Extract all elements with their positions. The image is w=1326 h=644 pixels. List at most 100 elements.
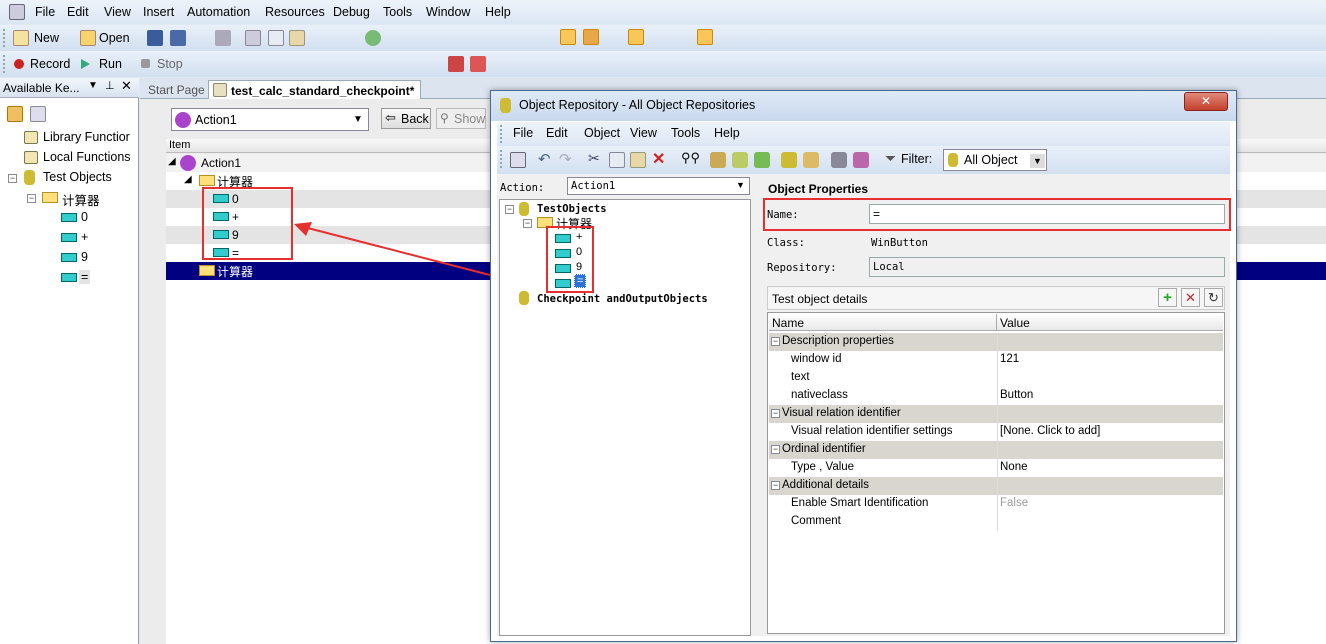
checkpoint-icon bbox=[519, 291, 529, 305]
property-value[interactable]: False bbox=[1000, 497, 1028, 509]
toolbar-grip[interactable] bbox=[500, 150, 503, 168]
toolbar-grip[interactable] bbox=[500, 125, 503, 143]
property-name: Visual relation identifier bbox=[782, 407, 901, 419]
dialog-menu-help[interactable]: Help bbox=[714, 126, 740, 140]
details-title: Test object details bbox=[772, 292, 868, 306]
filter-value: All Object bbox=[964, 153, 1018, 167]
highlight-box bbox=[763, 198, 1231, 231]
dialog-titlebar: Object Repository - All Object Repositor… bbox=[491, 91, 1236, 121]
property-category-row[interactable]: − Visual relation identifier bbox=[769, 405, 1223, 423]
dialog-menubar: File Edit Object View Tools Help bbox=[497, 122, 1230, 146]
redo-icon[interactable]: ↷ bbox=[559, 150, 572, 168]
details-header: Test object details + ✕ ↻ bbox=[767, 286, 1225, 310]
dialog-title: Object Repository - All Object Repositor… bbox=[519, 98, 756, 112]
dialog-menu-tools[interactable]: Tools bbox=[671, 126, 700, 140]
collapse-icon[interactable]: − bbox=[771, 409, 780, 418]
dialog-menu-object[interactable]: Object bbox=[584, 126, 620, 140]
dialog-close-button[interactable]: ✕ bbox=[1184, 92, 1228, 111]
dialog-action-value: Action1 bbox=[571, 180, 616, 192]
collapse-icon[interactable]: − bbox=[771, 445, 780, 454]
collapse-icon[interactable]: − bbox=[771, 481, 780, 490]
filter-select[interactable]: All Object ▼ bbox=[943, 149, 1047, 171]
cell-divider bbox=[997, 351, 998, 369]
tree-test-objects[interactable]: TestObjects bbox=[537, 203, 607, 215]
property-name: Ordinal identifier bbox=[782, 443, 866, 455]
property-row[interactable]: Type , Value None bbox=[769, 459, 1223, 477]
property-name: Type , Value bbox=[791, 461, 855, 473]
cell-divider bbox=[997, 405, 998, 423]
property-value[interactable]: Button bbox=[1000, 389, 1033, 401]
property-name: Additional details bbox=[782, 479, 869, 491]
repository-add-icon[interactable] bbox=[781, 152, 797, 168]
collapse-icon[interactable]: − bbox=[523, 219, 532, 228]
property-row[interactable]: Enable Smart Identification False bbox=[769, 495, 1223, 513]
col-divider[interactable] bbox=[996, 314, 997, 331]
repository-value: Local bbox=[873, 261, 905, 273]
highlight-box bbox=[546, 226, 594, 293]
cell-divider bbox=[997, 369, 998, 387]
repository-label: Repository: bbox=[767, 262, 837, 274]
repository-field: Local bbox=[869, 257, 1225, 277]
add-object-icon[interactable] bbox=[710, 152, 726, 168]
dialog-action-select[interactable]: Action1 ▼ bbox=[567, 177, 750, 195]
paste-icon[interactable] bbox=[630, 152, 646, 168]
navigate-icon[interactable] bbox=[510, 152, 526, 168]
object-repository-dialog: Object Repository - All Object Repositor… bbox=[490, 90, 1237, 642]
cell-divider bbox=[997, 459, 998, 477]
property-row[interactable]: text bbox=[769, 369, 1223, 387]
repository-export-icon[interactable] bbox=[803, 152, 819, 168]
copy-icon[interactable] bbox=[609, 152, 625, 168]
tree-checkpoints[interactable]: Checkpoint andOutputObjects bbox=[537, 293, 708, 305]
cut-icon[interactable]: ✂ bbox=[588, 150, 600, 167]
delete-icon[interactable]: ✕ bbox=[652, 149, 665, 169]
class-value: WinButton bbox=[871, 237, 928, 249]
cell-divider bbox=[997, 495, 998, 513]
chevron-down-icon[interactable]: ▼ bbox=[736, 180, 745, 190]
cell-divider bbox=[997, 423, 998, 441]
cell-divider bbox=[997, 513, 998, 531]
collapse-icon[interactable]: − bbox=[771, 337, 780, 346]
cell-divider bbox=[997, 477, 998, 495]
dialog-menu-file[interactable]: File bbox=[513, 126, 533, 140]
collapse-icon[interactable]: − bbox=[505, 205, 514, 214]
property-row[interactable]: Comment bbox=[769, 513, 1223, 531]
property-row[interactable]: window id 121 bbox=[769, 351, 1223, 369]
cell-divider bbox=[997, 441, 998, 459]
object-tree: − TestObjects − 计算器 + 0 9 = Checkpoint a… bbox=[499, 199, 751, 636]
property-name: text bbox=[791, 371, 810, 383]
property-category-row[interactable]: − Ordinal identifier bbox=[769, 441, 1223, 459]
property-name: Description properties bbox=[782, 335, 894, 347]
add-property-icon[interactable]: + bbox=[1158, 288, 1177, 307]
property-value[interactable]: [None. Click to add] bbox=[1000, 425, 1100, 437]
test-objects-icon bbox=[519, 202, 529, 216]
dialog-body: Action: Action1 ▼ − TestObjects − 计算器 + … bbox=[497, 174, 1231, 636]
highlight-icon[interactable] bbox=[831, 152, 847, 168]
repository-icon bbox=[500, 98, 511, 113]
property-row[interactable]: nativeclass Button bbox=[769, 387, 1223, 405]
find-icon[interactable]: ⚲⚲ bbox=[681, 150, 700, 166]
dialog-menu-view[interactable]: View bbox=[630, 126, 657, 140]
object-properties-title: Object Properties bbox=[768, 182, 869, 196]
property-row[interactable]: Visual relation identifier settings [None… bbox=[769, 423, 1223, 441]
property-grid: Name Value − Description properties window… bbox=[767, 312, 1225, 634]
undo-icon[interactable]: ↶ bbox=[538, 150, 551, 168]
repository-icon bbox=[948, 153, 958, 167]
add-objects-icon[interactable] bbox=[732, 152, 748, 168]
remove-property-icon[interactable]: ✕ bbox=[1181, 288, 1200, 307]
property-name: Comment bbox=[791, 515, 841, 527]
locate-icon[interactable] bbox=[853, 152, 869, 168]
refresh-icon[interactable]: ↻ bbox=[1204, 288, 1223, 307]
col-value: Value bbox=[1000, 316, 1030, 330]
dialog-menu-edit[interactable]: Edit bbox=[546, 126, 568, 140]
property-value[interactable]: None bbox=[1000, 461, 1028, 473]
property-category-row[interactable]: − Additional details bbox=[769, 477, 1223, 495]
property-category-row[interactable]: − Description properties bbox=[769, 333, 1223, 351]
col-name: Name bbox=[772, 316, 805, 330]
chevron-down-icon[interactable]: ▼ bbox=[1030, 154, 1045, 168]
property-name: Visual relation identifier settings bbox=[791, 425, 953, 437]
update-object-icon[interactable] bbox=[754, 152, 770, 168]
dialog-toolbar: ↶ ↷ ✂ ✕ ⚲⚲ ⏷ Filter: All Object ▼ bbox=[497, 146, 1230, 174]
property-value[interactable]: 121 bbox=[1000, 353, 1019, 365]
property-name: nativeclass bbox=[791, 389, 848, 401]
property-name: Enable Smart Identification bbox=[791, 497, 929, 509]
